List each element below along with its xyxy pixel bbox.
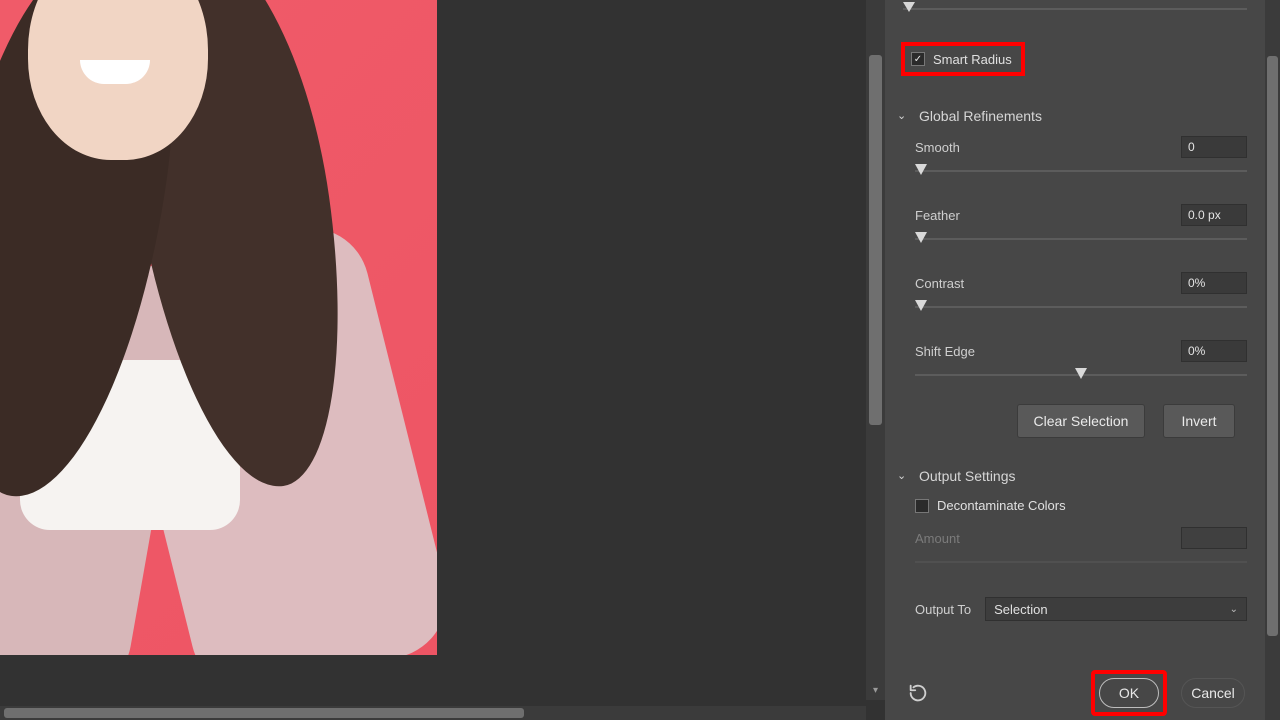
smart-radius-label: Smart Radius — [933, 52, 1012, 67]
reset-icon — [907, 682, 929, 704]
canvas-vertical-scrollbar[interactable]: ▾ — [866, 0, 885, 700]
scrollbar-thumb[interactable] — [4, 708, 524, 718]
contrast-label: Contrast — [915, 276, 964, 291]
feather-label: Feather — [915, 208, 960, 223]
output-settings-header[interactable]: ⌄ Output Settings — [897, 468, 1253, 484]
output-to-label: Output To — [915, 602, 971, 617]
image-preview[interactable] — [0, 0, 437, 655]
scroll-down-icon[interactable]: ▾ — [866, 681, 885, 700]
slider-handle[interactable] — [915, 164, 927, 175]
scrollbar-thumb[interactable] — [1267, 56, 1278, 636]
shift-edge-slider[interactable] — [915, 368, 1247, 382]
amount-label: Amount — [915, 531, 960, 546]
slider-handle[interactable] — [915, 300, 927, 311]
invert-button[interactable]: Invert — [1163, 404, 1235, 438]
radius-slider[interactable] — [903, 4, 1247, 14]
scrollbar-thumb[interactable] — [869, 55, 882, 425]
reset-button[interactable] — [907, 682, 929, 704]
feather-value-input[interactable]: 0.0 px — [1181, 204, 1247, 226]
decontaminate-colors-label: Decontaminate Colors — [937, 498, 1066, 513]
shift-edge-label: Shift Edge — [915, 344, 975, 359]
amount-value-input — [1181, 527, 1247, 549]
decontaminate-colors-checkbox[interactable]: ✓ — [915, 499, 929, 513]
feather-slider[interactable] — [915, 232, 1247, 246]
smart-radius-highlight: ✓ Smart Radius — [901, 42, 1025, 76]
contrast-value-input[interactable]: 0% — [1181, 272, 1247, 294]
section-title: Global Refinements — [919, 108, 1042, 124]
properties-panel: ✓ Smart Radius ⌄ Global Refinements Smoo… — [885, 0, 1280, 720]
slider-handle[interactable] — [1075, 368, 1087, 379]
panel-vertical-scrollbar[interactable] — [1265, 0, 1280, 720]
smart-radius-checkbox[interactable]: ✓ — [911, 52, 925, 66]
amount-slider — [915, 555, 1247, 569]
smooth-label: Smooth — [915, 140, 960, 155]
chevron-down-icon: ⌄ — [1230, 604, 1238, 615]
chevron-down-icon: ⌄ — [897, 109, 913, 122]
panel-footer: OK Cancel — [885, 665, 1265, 720]
smooth-value-input[interactable]: 0 — [1181, 136, 1247, 158]
contrast-slider[interactable] — [915, 300, 1247, 314]
canvas-horizontal-scrollbar[interactable] — [0, 706, 866, 720]
canvas-area[interactable]: ▾ — [0, 0, 885, 720]
global-refinements-header[interactable]: ⌄ Global Refinements — [897, 108, 1253, 124]
ok-button-highlight: OK — [1091, 670, 1167, 716]
shift-edge-value-input[interactable]: 0% — [1181, 340, 1247, 362]
ok-button[interactable]: OK — [1099, 678, 1159, 708]
section-title: Output Settings — [919, 468, 1016, 484]
slider-handle[interactable] — [915, 232, 927, 243]
cancel-button[interactable]: Cancel — [1181, 678, 1245, 708]
chevron-down-icon: ⌄ — [897, 469, 913, 482]
output-to-value: Selection — [994, 602, 1047, 617]
clear-selection-button[interactable]: Clear Selection — [1017, 404, 1145, 438]
smooth-slider[interactable] — [915, 164, 1247, 178]
output-to-select[interactable]: Selection ⌄ — [985, 597, 1247, 621]
